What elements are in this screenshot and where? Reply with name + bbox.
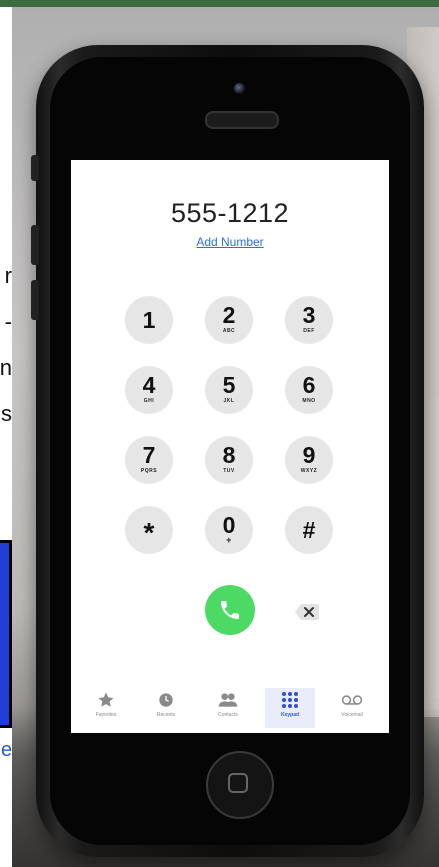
dialed-number: 555-1212 <box>170 198 290 228</box>
edge-text-line: n <box>0 355 12 380</box>
tab-favorites[interactable]: Favorites <box>81 688 131 728</box>
front-camera <box>234 83 245 94</box>
key-digit: * <box>143 517 155 548</box>
key-digit: 0 <box>222 512 236 538</box>
photo-background: 555-1212 Add Number 1 2 ABC 3 DEF 4 GHI … <box>12 7 439 867</box>
keypad-grid-icon <box>282 692 298 708</box>
key-digit: 5 <box>222 372 236 398</box>
phone-screen: 555-1212 Add Number 1 2 ABC 3 DEF 4 GHI … <box>71 160 389 733</box>
key-4[interactable]: 4 GHI <box>125 366 173 414</box>
key-1[interactable]: 1 <box>125 296 173 344</box>
delete-button[interactable] <box>294 603 320 621</box>
key-star[interactable]: * <box>125 506 173 554</box>
key-9[interactable]: 9 WXYZ <box>285 436 333 484</box>
key-letters: TUV <box>223 468 235 474</box>
home-square-icon <box>228 773 248 793</box>
volume-down-button <box>31 280 39 320</box>
key-2[interactable]: 2 ABC <box>205 296 253 344</box>
key-digit: 1 <box>142 307 156 333</box>
key-8[interactable]: 8 TUV <box>205 436 253 484</box>
left-text-strip: r - n s <box>0 7 12 867</box>
key-digit: 9 <box>302 442 316 468</box>
add-number-link[interactable]: Add Number <box>71 235 389 249</box>
key-letters: + <box>226 535 232 545</box>
contacts-icon <box>218 693 238 707</box>
key-letters: WXYZ <box>300 468 318 474</box>
key-digit: 7 <box>142 442 156 468</box>
tab-label: Recents <box>156 712 176 718</box>
edge-text-line: s <box>1 401 12 426</box>
phone-handset-icon <box>221 601 239 619</box>
top-bar <box>0 0 439 7</box>
key-letters: PQRS <box>140 468 158 474</box>
key-letters: MNO <box>302 398 316 404</box>
edge-link-fragment[interactable]: e <box>1 740 12 760</box>
home-button[interactable] <box>206 751 274 819</box>
mute-switch <box>31 155 39 181</box>
backspace-icon <box>295 604 319 620</box>
key-digit: 8 <box>222 442 236 468</box>
earpiece-speaker <box>205 111 279 129</box>
star-icon <box>98 692 114 707</box>
tab-voicemail[interactable]: Voicemail <box>327 688 377 728</box>
tab-recents[interactable]: Recents <box>141 688 191 728</box>
key-digit: 3 <box>302 302 316 328</box>
key-letters: JKL <box>223 398 235 404</box>
tab-keypad[interactable]: Keypad <box>265 688 315 728</box>
key-7[interactable]: 7 PQRS <box>125 436 173 484</box>
edge-text-line: r <box>4 265 12 288</box>
key-hash[interactable]: # <box>285 506 333 554</box>
key-0[interactable]: 0 + <box>205 506 253 554</box>
key-letters: ABC <box>222 328 236 334</box>
key-letters: DEF <box>303 328 315 334</box>
edge-text-line: - <box>4 309 12 334</box>
key-6[interactable]: 6 MNO <box>285 366 333 414</box>
key-digit: # <box>302 517 316 543</box>
background-object <box>427 399 439 699</box>
key-digit: 4 <box>142 372 156 398</box>
phone-device: 555-1212 Add Number 1 2 ABC 3 DEF 4 GHI … <box>31 45 424 857</box>
blue-callout-box <box>0 540 12 728</box>
clock-icon <box>159 693 173 707</box>
volume-up-button <box>31 225 39 265</box>
key-digit: 2 <box>222 302 236 328</box>
tab-label: Keypad <box>280 712 300 718</box>
edge-text-fragment: r - n s <box>0 265 12 445</box>
key-letters: GHI <box>143 398 155 404</box>
tab-label: Favorites <box>95 712 117 718</box>
key-5[interactable]: 5 JKL <box>205 366 253 414</box>
key-3[interactable]: 3 DEF <box>285 296 333 344</box>
tab-label: Voicemail <box>341 712 363 718</box>
call-button[interactable] <box>205 585 255 635</box>
tab-bar: Favorites Recents Contacts Keypad Voicem… <box>71 688 389 733</box>
key-digit: 6 <box>302 372 316 398</box>
voicemail-icon <box>341 695 363 705</box>
tab-contacts[interactable]: Contacts <box>203 688 253 728</box>
tab-label: Contacts <box>218 712 238 718</box>
